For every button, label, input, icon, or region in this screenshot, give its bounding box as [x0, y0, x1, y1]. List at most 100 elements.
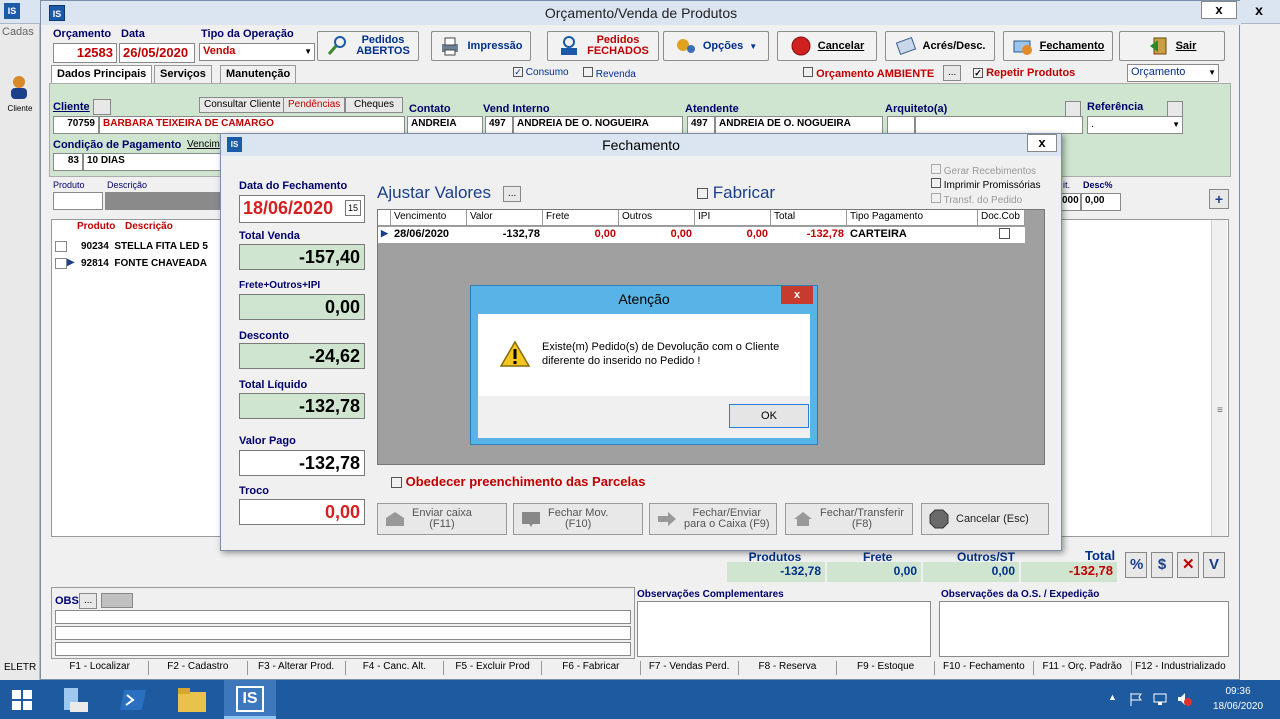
fkey-f6[interactable]: F6 - Fabricar	[542, 661, 641, 675]
contato-field[interactable]: ANDREIA	[407, 116, 483, 134]
vend-name-field[interactable]: ANDREIA DE O. NOGUEIRA	[513, 116, 683, 134]
cliente-lookup-button[interactable]	[93, 99, 111, 115]
desc-pct-field[interactable]: 0,00	[1081, 193, 1121, 211]
ambiente-more-button[interactable]: ...	[943, 65, 962, 81]
impressao-button[interactable]: Impressão	[431, 31, 531, 61]
volume-muted-icon[interactable]	[1176, 691, 1192, 707]
fechar-mov-button[interactable]: Fechar Mov. (F10)	[513, 503, 643, 535]
referencia-lookup-button[interactable]	[1167, 101, 1183, 117]
alert-close-button[interactable]: x	[781, 286, 813, 304]
fabricar-checkbox[interactable]: Fabricar	[697, 183, 775, 203]
consumo-checkbox[interactable]: ✓ Consumo	[513, 67, 569, 78]
confirm-button[interactable]: V	[1203, 552, 1225, 578]
row-checkbox[interactable]	[55, 241, 67, 252]
cliente-name-field[interactable]: BARBARA TEIXEIRA DE CAMARGO	[99, 116, 405, 134]
tab-dados-principais[interactable]: Dados Principais	[51, 65, 153, 83]
imprimir-promissorias-checkbox[interactable]: Imprimir Promissórias	[931, 178, 1040, 191]
condicao-name-field[interactable]: 10 DIAS	[83, 153, 221, 171]
obs-complementares-textarea[interactable]	[637, 601, 931, 657]
cell-total[interactable]: -132,78	[771, 227, 847, 243]
obs-toggle[interactable]	[101, 593, 133, 608]
obs-line-3[interactable]	[55, 642, 631, 656]
windows-start-icon[interactable]	[10, 688, 34, 712]
server-manager-icon[interactable]	[60, 684, 92, 716]
consultar-cliente-button[interactable]: Consultar Cliente	[199, 97, 286, 113]
obs-os-textarea[interactable]	[939, 601, 1229, 657]
condicao-code-field[interactable]: 83	[53, 153, 83, 171]
obs-line-1[interactable]	[55, 610, 631, 624]
arquiteto-code-field[interactable]	[887, 116, 915, 134]
cell-outros[interactable]: 0,00	[619, 227, 695, 243]
fkey-f11[interactable]: F11 - Orç. Padrão	[1034, 661, 1132, 675]
obs-line-2[interactable]	[55, 626, 631, 640]
fechamento-close-button[interactable]: x	[1027, 134, 1057, 152]
cell-frete[interactable]: 0,00	[543, 227, 619, 243]
fkey-f12[interactable]: F12 - Industrializado	[1132, 661, 1229, 675]
fechar-transferir-button[interactable]: Fechar/Transferir (F8)	[785, 503, 913, 535]
ok-button[interactable]: OK	[729, 404, 809, 428]
grid-scrollbar[interactable]	[1211, 220, 1227, 536]
network-icon[interactable]	[1152, 691, 1168, 707]
obs-more-button[interactable]: ...	[79, 593, 98, 609]
percent-button[interactable]: %	[1125, 552, 1147, 578]
table-row[interactable]: ▶ 28/06/2020 -132,78 0,00 0,00 0,00 -132…	[378, 227, 1025, 243]
tab-manutencao[interactable]: Manutenção	[220, 65, 297, 83]
taskbar-app-is[interactable]: IS	[224, 680, 276, 719]
descricao-input[interactable]	[105, 192, 225, 210]
fkey-f4[interactable]: F4 - Canc. Alt.	[346, 661, 444, 675]
cell-valor[interactable]: -132,78	[467, 227, 543, 243]
gerar-recebimentos-checkbox[interactable]: Gerar Recebimentos	[931, 164, 1036, 177]
atendente-name-field[interactable]: ANDREIA DE O. NOGUEIRA	[715, 116, 883, 134]
tab-servicos[interactable]: Serviços	[154, 65, 212, 83]
transf-pedido-checkbox[interactable]: Transf. do Pedido	[931, 193, 1022, 206]
tray-chevron-up-icon[interactable]: ▲	[1108, 692, 1117, 702]
fkey-f5[interactable]: F5 - Excluir Prod	[444, 661, 543, 675]
add-item-button[interactable]: +	[1209, 189, 1229, 209]
cell-ipi[interactable]: 0,00	[695, 227, 771, 243]
acres-desc-button[interactable]: Acrés/Desc.	[885, 31, 995, 61]
table-row[interactable]: 90234 STELLA FITA LED 5	[81, 241, 208, 252]
cliente-code-field[interactable]: 70759	[53, 116, 99, 134]
fkey-f9[interactable]: F9 - Estoque	[837, 661, 936, 675]
cell-doc-cob[interactable]	[978, 227, 1025, 243]
file-explorer-icon[interactable]	[176, 686, 208, 714]
fechar-enviar-button[interactable]: Fechar/Enviar para o Caixa (F9)	[649, 503, 777, 535]
arquiteto-lookup-button[interactable]	[1065, 101, 1081, 117]
atendente-code-field[interactable]: 497	[687, 116, 715, 134]
opcoes-button[interactable]: Opções ▼	[663, 31, 769, 61]
repetir-produtos-checkbox[interactable]: ✓ Repetir Produtos	[973, 67, 1075, 79]
cancelar-button[interactable]: Cancelar	[777, 31, 877, 61]
powershell-icon[interactable]	[118, 686, 148, 714]
obedecer-parcelas-checkbox[interactable]: Obedecer preenchimento das Parcelas	[391, 474, 646, 489]
table-row[interactable]: 92814 FONTE CHAVEADA	[81, 258, 207, 269]
fechamento-button[interactable]: Fechamento	[1003, 31, 1113, 61]
flag-icon[interactable]	[1128, 691, 1144, 707]
ajustar-valores-button[interactable]: ...	[503, 186, 522, 202]
revenda-checkbox[interactable]: Revenda	[583, 67, 636, 80]
orcamento-number-field[interactable]: 12583	[53, 43, 117, 63]
fkey-f8[interactable]: F8 - Reserva	[739, 661, 837, 675]
it-field[interactable]: 000	[1061, 193, 1081, 211]
fkey-f3[interactable]: F3 - Alterar Prod.	[248, 661, 346, 675]
pedidos-abertos-button[interactable]: Pedidos ABERTOS	[317, 31, 419, 61]
sair-button[interactable]: Sair	[1119, 31, 1225, 61]
dollar-button[interactable]: $	[1151, 552, 1173, 578]
cancelar-esc-button[interactable]: Cancelar (Esc)	[921, 503, 1049, 535]
calendar-icon[interactable]: 15	[345, 200, 361, 216]
orcamento-type-select[interactable]: Orçamento ▼	[1127, 64, 1219, 82]
fkey-f2[interactable]: F2 - Cadastro	[149, 661, 248, 675]
tipo-operacao-select[interactable]: Venda ▼	[199, 43, 315, 61]
bg-close-button[interactable]: x	[1240, 0, 1278, 20]
cell-vencimento[interactable]: 28/06/2020	[391, 227, 467, 243]
main-close-button[interactable]: x	[1201, 1, 1237, 19]
data-field[interactable]: 26/05/2020	[119, 43, 195, 63]
vend-code-field[interactable]: 497	[485, 116, 513, 134]
orcamento-ambiente-checkbox[interactable]: Orçamento AMBIENTE	[803, 67, 934, 80]
enviar-caixa-button[interactable]: Enviar caixa (F11)	[377, 503, 507, 535]
pendencias-button[interactable]: Pendências	[283, 97, 346, 113]
arquiteto-name-field[interactable]	[915, 116, 1083, 134]
referencia-select[interactable]: . ▼	[1087, 116, 1183, 134]
cell-tipo-pagamento[interactable]: CARTEIRA	[847, 227, 978, 243]
fkey-f1[interactable]: F1 - Localizar	[51, 661, 150, 675]
cheques-button[interactable]: Cheques	[345, 97, 403, 113]
